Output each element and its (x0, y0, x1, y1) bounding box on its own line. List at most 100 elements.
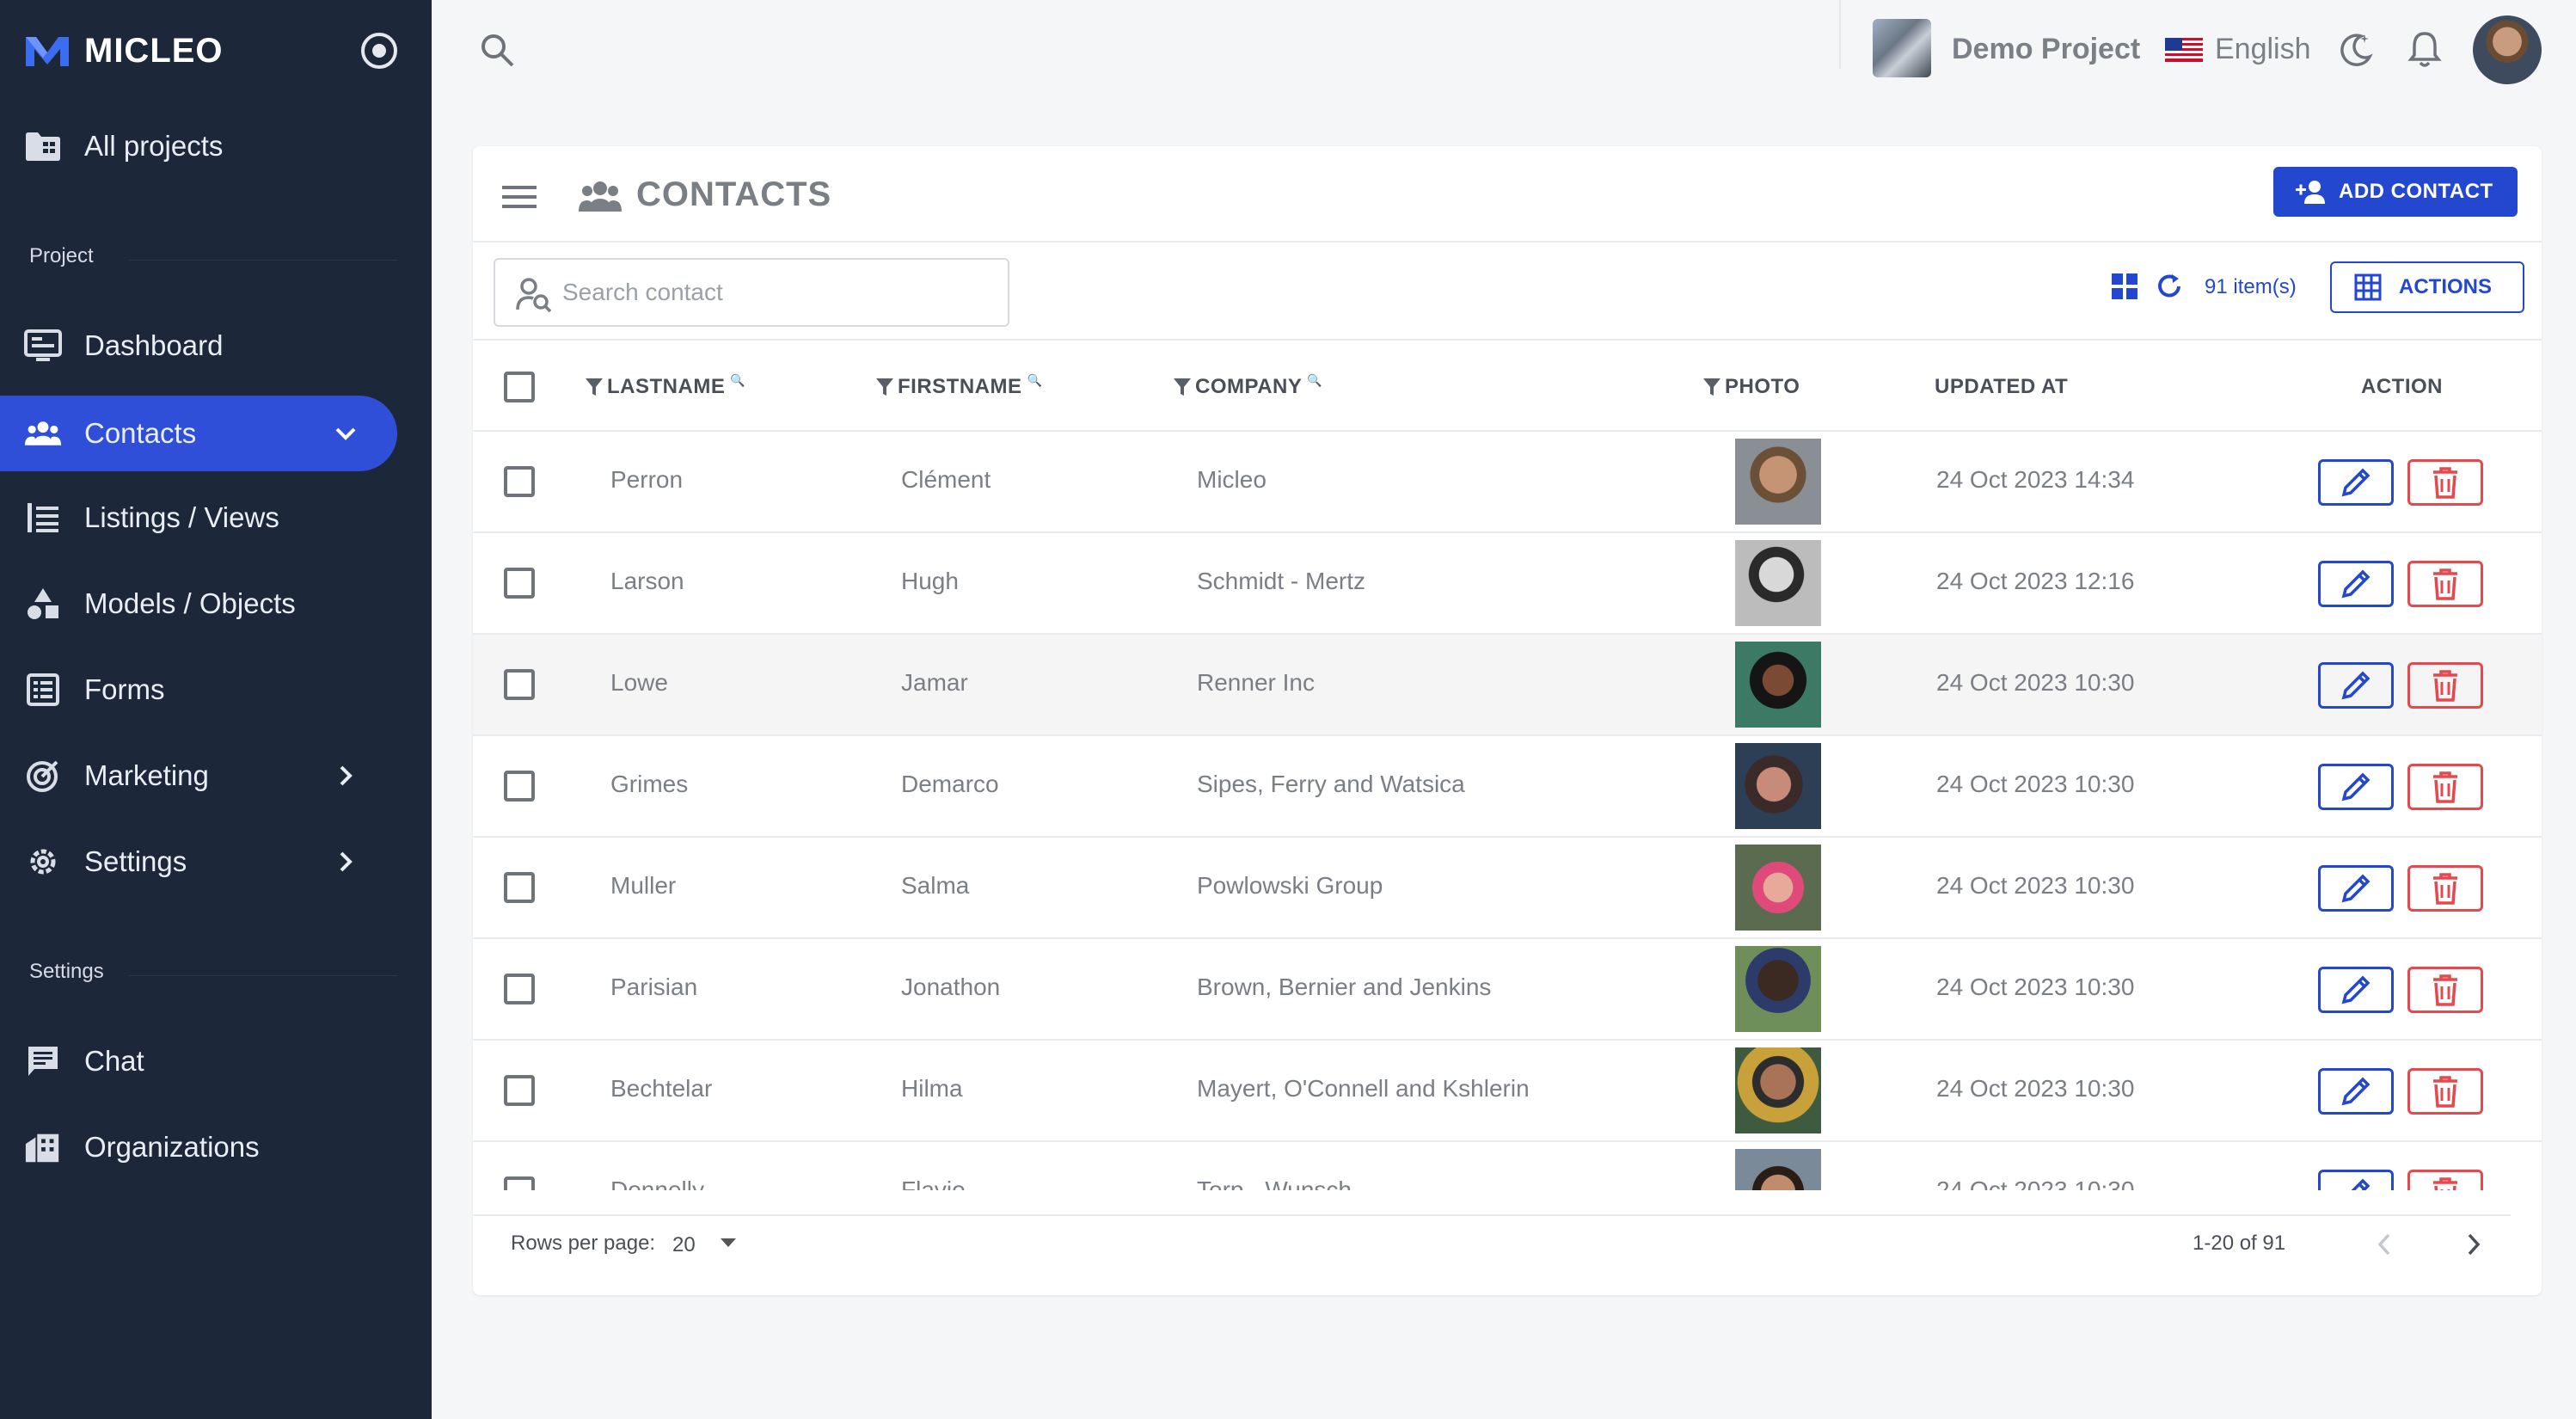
filter-icon[interactable] (585, 377, 604, 397)
row-checkbox[interactable] (504, 1176, 535, 1190)
edit-button[interactable] (2318, 967, 2394, 1013)
card-header: CONTACTS ADD CONTACT (473, 146, 2542, 243)
row-checkbox[interactable] (504, 771, 535, 802)
sidebar-item-forms[interactable]: Forms (0, 652, 397, 728)
pencil-icon (2341, 1077, 2371, 1106)
table-row[interactable]: Muller Salma Powlowski Group 24 Oct 2023… (473, 838, 2542, 939)
pencil-icon (2341, 772, 2371, 802)
row-checkbox[interactable] (504, 466, 535, 497)
sidebar-item-chat[interactable]: Chat (0, 1023, 397, 1099)
caret-down-icon[interactable] (719, 1237, 738, 1249)
row-checkbox[interactable] (504, 872, 535, 903)
filter-icon[interactable] (1173, 377, 1192, 397)
chevron-left-icon[interactable] (2375, 1232, 2394, 1257)
pin-sidebar-icon[interactable] (361, 33, 397, 69)
sidebar-item-models-objects[interactable]: Models / Objects (0, 566, 397, 642)
search-icon[interactable]: 🔍 (730, 373, 745, 388)
column-header-lastname[interactable]: LASTNAME 🔍 (585, 373, 745, 399)
user-avatar[interactable] (2473, 15, 2542, 84)
column-header-action: ACTION (2361, 375, 2443, 399)
table-row[interactable]: Lowe Jamar Renner Inc 24 Oct 2023 10:30 (473, 635, 2542, 736)
edit-button[interactable] (2318, 561, 2394, 607)
search-input[interactable] (562, 273, 992, 311)
delete-button[interactable] (2407, 1170, 2483, 1190)
delete-button[interactable] (2407, 1068, 2483, 1115)
pencil-icon (2341, 671, 2371, 700)
delete-button[interactable] (2407, 662, 2483, 709)
pagination-range: 1-20 of 91 (2193, 1232, 2286, 1255)
cell-updated-at: 24 Oct 2023 10:30 (1936, 669, 2135, 696)
gear-icon (24, 843, 62, 881)
grid-view-icon[interactable] (2112, 273, 2137, 299)
table-row[interactable]: Bechtelar Hilma Mayert, O'Connell and Ks… (473, 1041, 2542, 1142)
cell-company: Micleo (1197, 466, 1267, 493)
delete-button[interactable] (2407, 764, 2483, 810)
edit-button[interactable] (2318, 662, 2394, 709)
chevron-down-icon (335, 427, 356, 440)
sidebar-item-all-projects[interactable]: All projects (0, 108, 397, 184)
actions-button[interactable]: ACTIONS (2330, 261, 2524, 313)
dark-mode-icon[interactable] (2337, 31, 2375, 69)
sidebar-item-marketing[interactable]: Marketing (0, 738, 397, 814)
search-icon[interactable]: 🔍 (1307, 373, 1322, 388)
search-contact-field[interactable] (494, 258, 1009, 327)
cell-updated-at: 24 Oct 2023 10:30 (1936, 1176, 2135, 1190)
edit-button[interactable] (2318, 865, 2394, 912)
delete-button[interactable] (2407, 865, 2483, 912)
cell-firstname: Jamar (901, 669, 968, 696)
cell-lastname: Muller (610, 872, 677, 899)
row-checkbox[interactable] (504, 669, 535, 700)
sidebar-item-dashboard[interactable]: Dashboard (0, 308, 397, 384)
chevron-right-icon[interactable] (2464, 1232, 2483, 1257)
sidebar-item-contacts[interactable]: Contacts (0, 396, 397, 471)
sidebar-item-settings[interactable]: Settings (0, 824, 397, 900)
row-checkbox[interactable] (504, 568, 535, 599)
filter-icon[interactable] (1702, 377, 1721, 397)
sidebar-item-listings-views[interactable]: Listings / Views (0, 480, 397, 556)
language-selector[interactable]: English (2215, 33, 2311, 66)
column-header-photo[interactable]: PHOTO (1702, 375, 1800, 399)
table-row[interactable]: Donnelly Flavio Torp - Wunsch 24 Oct 202… (473, 1142, 2542, 1190)
add-contact-label: ADD CONTACT (2339, 180, 2493, 203)
edit-button[interactable] (2318, 1170, 2394, 1190)
cell-company: Brown, Bernier and Jenkins (1197, 974, 1492, 1000)
delete-button[interactable] (2407, 967, 2483, 1013)
cell-updated-at: 24 Oct 2023 10:30 (1936, 872, 2135, 899)
table-row[interactable]: Grimes Demarco Sipes, Ferry and Watsica … (473, 736, 2542, 838)
folder-grid-icon (24, 127, 62, 165)
delete-button[interactable] (2407, 561, 2483, 607)
table-row[interactable]: Larson Hugh Schmidt - Mertz 24 Oct 2023 … (473, 533, 2542, 635)
topbar: Demo Project English (432, 0, 2576, 100)
person-search-icon (516, 278, 552, 313)
refresh-icon[interactable] (2155, 272, 2184, 301)
brand[interactable]: MICLEO (24, 29, 224, 72)
delete-button[interactable] (2407, 459, 2483, 506)
search-icon[interactable] (478, 31, 516, 69)
cell-lastname: Larson (610, 568, 684, 594)
cell-firstname: Demarco (901, 771, 999, 797)
table-row[interactable]: Perron Clément Micleo 24 Oct 2023 14:34 (473, 432, 2542, 533)
column-header-company[interactable]: COMPANY 🔍 (1173, 373, 1322, 399)
edit-button[interactable] (2318, 764, 2394, 810)
row-checkbox[interactable] (504, 1075, 535, 1106)
bell-icon[interactable] (2406, 29, 2444, 69)
project-name[interactable]: Demo Project (1952, 33, 2140, 66)
add-contact-button[interactable]: ADD CONTACT (2273, 167, 2518, 217)
edit-button[interactable] (2318, 1068, 2394, 1115)
table-row[interactable]: Parisian Jonathon Brown, Bernier and Jen… (473, 939, 2542, 1041)
sidebar-item-organizations[interactable]: Organizations (0, 1109, 397, 1185)
search-icon[interactable]: 🔍 (1027, 373, 1043, 388)
row-checkbox[interactable] (504, 974, 535, 1004)
cell-updated-at: 24 Oct 2023 10:30 (1936, 1075, 2135, 1102)
menu-icon[interactable] (502, 184, 537, 210)
filter-icon[interactable] (875, 377, 894, 397)
column-header-firstname[interactable]: FIRSTNAME 🔍 (875, 373, 1043, 399)
trash-icon (2433, 670, 2457, 702)
trash-icon (2433, 467, 2457, 499)
column-header-updated-at[interactable]: UPDATED AT (1935, 375, 2068, 399)
edit-button[interactable] (2318, 459, 2394, 506)
select-all-checkbox[interactable] (504, 372, 535, 402)
rows-per-page-select[interactable]: 20 (672, 1233, 696, 1257)
trash-icon (2433, 873, 2457, 905)
project-thumbnail[interactable] (1873, 19, 1931, 77)
